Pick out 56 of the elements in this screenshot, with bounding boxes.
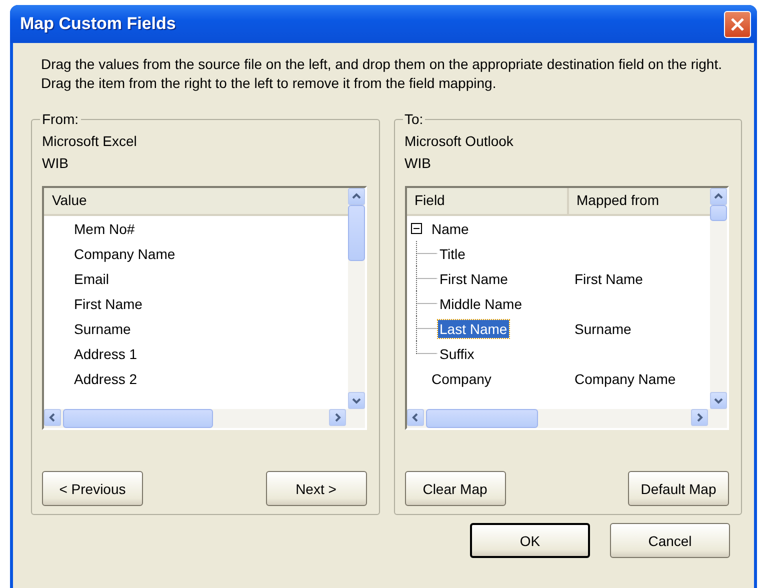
column-header[interactable]: Value <box>44 188 348 214</box>
ok-button[interactable]: OK <box>470 523 590 558</box>
tree-connector <box>416 241 438 266</box>
source-value[interactable]: Mem No# <box>44 220 135 236</box>
field-name[interactable]: Last Name <box>438 320 510 338</box>
column-header[interactable]: Mapped from <box>568 188 710 214</box>
field-name[interactable]: First Name <box>438 270 510 288</box>
scroll-left-button[interactable] <box>406 409 424 426</box>
source-value[interactable]: Address 2 <box>44 370 138 386</box>
vertical-scrollbar[interactable] <box>348 188 364 409</box>
scroll-down-button[interactable] <box>348 392 364 409</box>
source-value[interactable]: Company Name <box>44 246 176 262</box>
tree-connector <box>416 291 438 316</box>
default-map-button[interactable]: Default Map <box>628 471 729 506</box>
collapse-icon[interactable] <box>410 223 422 234</box>
cancel-button[interactable]: Cancel <box>610 523 730 558</box>
next-button[interactable]: Next > <box>266 471 366 506</box>
source-value[interactable]: Email <box>44 270 110 286</box>
mapped-from-value: Surname <box>574 320 632 336</box>
application-name: Microsoft Excel <box>42 133 138 151</box>
close-button[interactable] <box>724 10 751 38</box>
mapped-from-value: Company Name <box>574 370 676 386</box>
source-value[interactable]: Surname <box>44 320 131 336</box>
field-name[interactable]: Company <box>430 370 494 388</box>
scroll-left-button[interactable] <box>44 409 61 426</box>
file-name: WIB <box>42 155 70 173</box>
application-name: Microsoft Outlook <box>404 133 514 151</box>
scrollbar-thumb[interactable] <box>426 409 538 428</box>
tree-connector <box>416 266 438 291</box>
clear-map-button[interactable]: Clear Map <box>404 471 506 506</box>
field-name[interactable]: Middle Name <box>438 294 524 312</box>
window-title: Map Custom Fields <box>20 14 176 34</box>
scroll-up-button[interactable] <box>710 188 727 205</box>
file-name: WIB <box>404 155 432 173</box>
source-value[interactable]: Address 1 <box>44 346 138 362</box>
horizontal-scrollbar[interactable] <box>44 409 364 428</box>
scrollbar-thumb[interactable] <box>348 205 364 261</box>
horizontal-scrollbar[interactable] <box>406 409 727 428</box>
field-name[interactable]: Suffix <box>438 344 476 362</box>
instructions-text: Drag the values from the source file on the left, and drop them on the appropriate destination field on the right. Drag the item from the right to the left to remove it from the field mapping. <box>41 55 723 93</box>
scroll-up-button[interactable] <box>348 188 364 205</box>
vertical-scrollbar[interactable] <box>710 188 727 409</box>
scrollbar-thumb[interactable] <box>63 409 213 428</box>
previous-button[interactable]: < Previous <box>42 471 143 506</box>
source-value[interactable]: First Name <box>44 296 142 312</box>
field-name[interactable]: Name <box>430 220 471 238</box>
close-icon <box>730 16 745 32</box>
mapped-from-value: First Name <box>574 270 643 286</box>
scroll-right-button[interactable] <box>691 409 708 426</box>
field-name[interactable]: Title <box>438 244 468 262</box>
scrollbar-thumb[interactable] <box>710 205 727 221</box>
column-header[interactable]: Field <box>406 188 568 214</box>
group-legend: From: <box>40 111 81 127</box>
group-legend: To: <box>402 111 426 127</box>
scroll-right-button[interactable] <box>328 409 346 426</box>
scroll-down-button[interactable] <box>710 392 727 409</box>
